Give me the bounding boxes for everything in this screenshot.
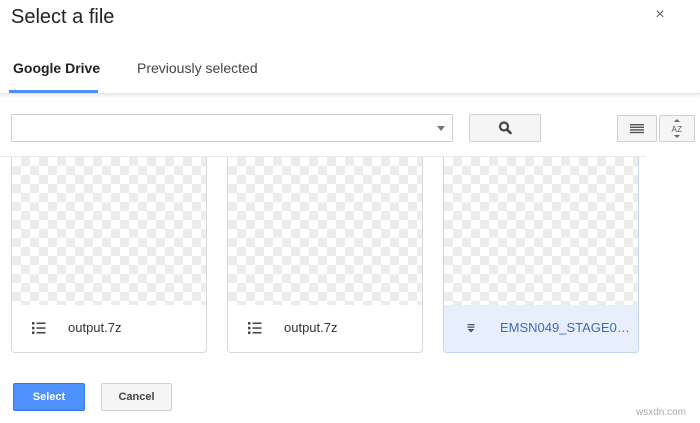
- file-name: output.7z: [284, 320, 338, 335]
- sort-az-icon: A Z: [672, 119, 682, 138]
- sort-button[interactable]: A Z: [659, 115, 695, 142]
- file-caption: output.7z: [228, 305, 422, 352]
- file-thumbnail: [444, 157, 638, 305]
- search-input[interactable]: [11, 114, 453, 142]
- dialog-title: Select a file: [11, 6, 115, 28]
- chevron-down-icon[interactable]: [437, 126, 445, 131]
- tab-bar: Google Drive Previously selected: [0, 48, 700, 94]
- file-name: EMSN049_STAGE02…: [500, 320, 634, 335]
- text-file-icon: [467, 324, 475, 333]
- file-caption: output.7z: [12, 305, 206, 352]
- close-icon[interactable]: ×: [652, 6, 668, 24]
- list-file-icon: [248, 322, 262, 334]
- file-card[interactable]: output.7z: [227, 157, 423, 353]
- active-tab-indicator: [9, 90, 98, 93]
- list-file-icon: [32, 322, 46, 334]
- file-card-selected[interactable]: EMSN049_STAGE02…: [443, 157, 639, 353]
- select-button[interactable]: Select: [13, 383, 85, 411]
- watermark: wsxdn.com: [636, 407, 687, 418]
- tab-google-drive[interactable]: Google Drive: [13, 60, 100, 76]
- magnifier-icon: [498, 121, 512, 135]
- file-thumbnail: [228, 157, 422, 305]
- file-thumbnail: [12, 157, 206, 305]
- list-view-icon: [630, 124, 644, 134]
- list-view-button[interactable]: [617, 115, 657, 142]
- file-card[interactable]: output.7z: [11, 157, 207, 353]
- search-button[interactable]: [469, 114, 541, 142]
- tab-previously-selected[interactable]: Previously selected: [137, 60, 258, 76]
- file-name: output.7z: [68, 320, 122, 335]
- svg-text:Z: Z: [677, 125, 682, 134]
- file-caption: EMSN049_STAGE02…: [444, 305, 638, 352]
- cancel-button[interactable]: Cancel: [101, 383, 172, 411]
